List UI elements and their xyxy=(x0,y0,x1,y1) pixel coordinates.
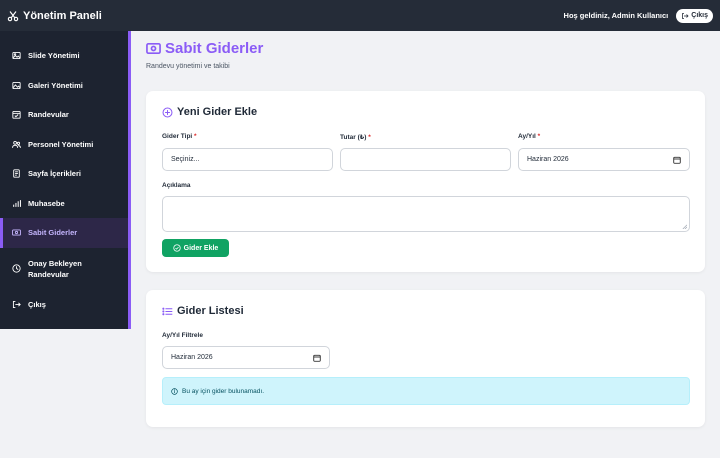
sidebar-item-accounting[interactable]: Muhasebe xyxy=(0,189,128,219)
sidebar-item-label: Onay Bekleyen Randevular xyxy=(28,258,82,279)
expense-type-value: Seçiniz... xyxy=(171,156,200,163)
scissors-icon xyxy=(7,10,19,21)
plus-circle-icon xyxy=(162,107,173,117)
bar-chart-icon xyxy=(13,199,21,207)
month-year-value: Haziran 2026 xyxy=(527,156,569,163)
gallery-icon xyxy=(12,81,21,89)
logout-label: Çıkış xyxy=(691,12,708,19)
sidebar: Slide Yönetimi Galeri Yönetimi Randevula… xyxy=(0,31,131,329)
calendar-icon[interactable] xyxy=(313,354,321,362)
resize-grip-icon[interactable] xyxy=(682,224,687,229)
sidebar-item-label: Muhasebe xyxy=(28,198,65,208)
logout-button[interactable]: Çıkış xyxy=(676,8,713,23)
amount-label: Tutar (₺) * xyxy=(340,133,371,141)
expense-type-select[interactable]: Seçiniz... xyxy=(162,148,333,171)
expense-type-label: Gider Tipi * xyxy=(162,133,197,140)
add-expense-title-text: Yeni Gider Ekle xyxy=(177,106,258,118)
expense-list-title: Gider Listesi xyxy=(162,305,244,317)
calendar-check-icon xyxy=(12,111,21,119)
sidebar-item-label: Randevular xyxy=(28,110,69,120)
cash-icon xyxy=(12,229,21,236)
empty-list-message: Bu ay için gider bulunamadı. xyxy=(182,387,265,395)
month-year-label-text: Ay/Yıl xyxy=(518,133,536,140)
calendar-icon[interactable] xyxy=(673,156,681,164)
required-mark: * xyxy=(368,134,371,141)
brand-title: Yönetim Paneli xyxy=(23,9,102,22)
sidebar-item-staff[interactable]: Personel Yönetimi xyxy=(0,130,128,160)
sidebar-item-gallery[interactable]: Galeri Yönetimi xyxy=(0,71,128,101)
sidebar-item-label: Galeri Yönetimi xyxy=(28,80,83,90)
empty-list-alert: Bu ay için gider bulunamadı. xyxy=(162,377,690,405)
amount-input[interactable] xyxy=(340,148,511,171)
list-icon xyxy=(162,307,173,315)
sidebar-item-label: Sabit Giderler xyxy=(28,228,78,238)
sidebar-item-label: Sayfa İçerikleri xyxy=(28,169,81,179)
sidebar-item-label: Slide Yönetimi xyxy=(28,51,80,61)
clock-icon xyxy=(12,264,21,273)
sidebar-item-slides[interactable]: Slide Yönetimi xyxy=(0,41,128,71)
month-year-label: Ay/Yıl * xyxy=(518,133,540,140)
month-year-input[interactable]: Haziran 2026 xyxy=(518,148,690,171)
info-icon xyxy=(171,387,178,395)
description-textarea[interactable] xyxy=(162,196,690,232)
welcome-text: Hoş geldiniz, Admin Kullanıcı xyxy=(563,11,669,20)
sidebar-item-logout[interactable]: Çıkış xyxy=(0,290,128,320)
expense-list-card: Gider Listesi Ay/Yıl Filtrele Haziran 20… xyxy=(146,290,705,427)
sidebar-item-label: Personel Yönetimi xyxy=(28,139,94,149)
add-expense-button[interactable]: Gider Ekle xyxy=(162,239,229,257)
sidebar-item-label: Çıkış xyxy=(28,299,46,309)
people-icon xyxy=(12,140,21,148)
filter-month-input[interactable]: Haziran 2026 xyxy=(162,346,330,369)
expense-type-label-text: Gider Tipi xyxy=(162,133,193,140)
cash-icon xyxy=(146,42,161,55)
sidebar-item-fixed-expenses[interactable]: Sabit Giderler xyxy=(0,218,128,248)
description-label: Açıklama xyxy=(162,182,191,189)
file-text-icon xyxy=(13,169,20,178)
top-navbar: Yönetim Paneli Hoş geldiniz, Admin Kulla… xyxy=(0,0,720,31)
logout-icon xyxy=(12,300,21,308)
amount-label-text: Tutar (₺) xyxy=(340,134,367,141)
page-title-text: Sabit Giderler xyxy=(165,40,264,57)
add-expense-title: Yeni Gider Ekle xyxy=(162,106,257,118)
check-circle-icon xyxy=(173,244,181,252)
expense-list-title-text: Gider Listesi xyxy=(177,305,244,317)
brand[interactable]: Yönetim Paneli xyxy=(7,10,102,22)
sidebar-item-page-contents[interactable]: Sayfa İçerikleri xyxy=(0,159,128,189)
page-title: Sabit Giderler xyxy=(146,40,705,57)
logout-icon xyxy=(682,12,689,19)
filter-month-value: Haziran 2026 xyxy=(171,354,213,361)
required-mark: * xyxy=(537,133,541,140)
page-header: Sabit Giderler Randevu yönetimi ve takib… xyxy=(146,40,705,70)
add-expense-card: Yeni Gider Ekle Gider Tipi * Seçiniz... … xyxy=(146,91,705,272)
add-expense-button-label: Gider Ekle xyxy=(183,244,219,252)
image-icon xyxy=(12,52,21,60)
filter-label: Ay/Yıl Filtrele xyxy=(162,332,203,339)
sidebar-item-pending-appointments[interactable]: Onay Bekleyen Randevular xyxy=(0,248,128,290)
sidebar-item-appointments[interactable]: Randevular xyxy=(0,100,128,130)
page-subtitle: Randevu yönetimi ve takibi xyxy=(146,63,230,70)
required-mark: * xyxy=(194,133,197,140)
